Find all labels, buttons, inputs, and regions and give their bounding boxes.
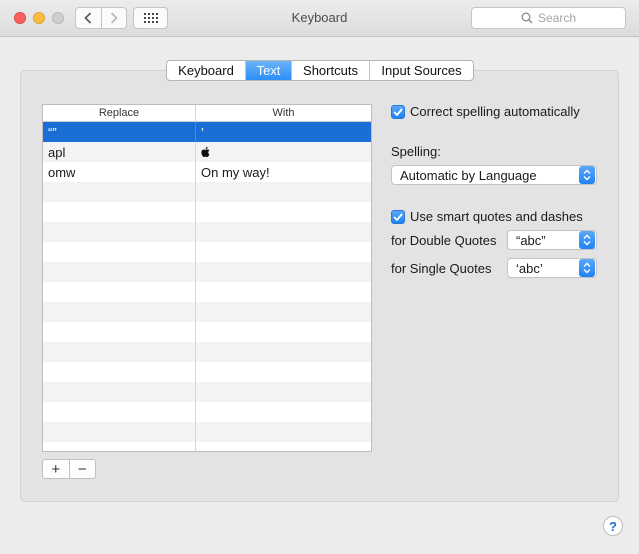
smart-quotes-checkbox[interactable]	[391, 209, 405, 224]
table-row	[43, 242, 371, 262]
table-body: “” ’ apl  omw On my way!	[43, 122, 371, 451]
table-row[interactable]: apl 	[43, 142, 371, 162]
double-quotes-value: “abc”	[516, 232, 546, 248]
table-row	[43, 302, 371, 322]
updown-arrows-icon	[579, 166, 595, 184]
column-header-with[interactable]: With	[196, 105, 371, 121]
double-quotes-popup[interactable]: “abc”	[507, 230, 597, 250]
table-row	[43, 222, 371, 242]
correct-spelling-checkbox[interactable]	[391, 104, 405, 119]
table-row	[43, 262, 371, 282]
tab-text[interactable]: Text	[245, 61, 291, 80]
with-cell[interactable]: ’	[196, 122, 371, 142]
table-header: Replace With	[43, 105, 371, 122]
table-row	[43, 422, 371, 442]
single-quotes-label: for Single Quotes	[391, 261, 492, 276]
table-row	[43, 282, 371, 302]
table-row[interactable]: omw On my way!	[43, 162, 371, 182]
updown-arrows-icon	[579, 231, 595, 249]
remove-replacement-button[interactable]: −	[68, 460, 96, 478]
table-row	[43, 182, 371, 202]
checkmark-icon	[393, 107, 403, 116]
search-field[interactable]: Search	[471, 7, 626, 29]
table-row	[43, 342, 371, 362]
tab-input-sources[interactable]: Input Sources	[369, 61, 473, 80]
double-quotes-label: for Double Quotes	[391, 233, 497, 248]
search-placeholder: Search	[537, 11, 577, 25]
text-replacement-table[interactable]: Replace With “” ’ apl  omw On my way!	[42, 104, 372, 452]
add-remove-control: + −	[42, 459, 96, 479]
smart-quotes-label: Use smart quotes and dashes	[410, 209, 583, 224]
table-row	[43, 362, 371, 382]
correct-spelling-option[interactable]: Correct spelling automatically	[391, 104, 580, 119]
spelling-language-value: Automatic by Language	[400, 167, 537, 183]
search-icon	[521, 12, 533, 24]
correct-spelling-label: Correct spelling automatically	[410, 104, 580, 119]
checkmark-icon	[393, 212, 403, 221]
single-quotes-popup[interactable]: ‘abc’	[507, 258, 597, 278]
table-row	[43, 442, 371, 451]
title-bar: Keyboard Search	[0, 0, 639, 37]
replace-cell[interactable]: apl	[43, 142, 196, 162]
spelling-label: Spelling:	[391, 144, 441, 159]
updown-arrows-icon	[579, 259, 595, 277]
tab-keyboard[interactable]: Keyboard	[167, 61, 245, 80]
with-cell[interactable]: On my way!	[196, 162, 371, 182]
table-row	[43, 382, 371, 402]
tab-bar: Keyboard Text Shortcuts Input Sources	[166, 60, 474, 81]
tab-shortcuts[interactable]: Shortcuts	[291, 61, 369, 80]
replace-cell[interactable]: omw	[43, 162, 196, 182]
with-cell[interactable]: 	[196, 142, 371, 162]
single-quotes-value: ‘abc’	[516, 260, 543, 276]
add-replacement-button[interactable]: +	[43, 460, 69, 478]
help-button[interactable]: ?	[603, 516, 623, 536]
column-header-replace[interactable]: Replace	[43, 105, 196, 121]
table-row	[43, 322, 371, 342]
spelling-language-popup[interactable]: Automatic by Language	[391, 165, 597, 185]
table-row	[43, 402, 371, 422]
apple-logo-icon	[201, 146, 210, 158]
smart-quotes-option[interactable]: Use smart quotes and dashes	[391, 209, 583, 224]
replace-cell[interactable]: “”	[43, 122, 196, 142]
table-row[interactable]: “” ’	[43, 122, 371, 142]
table-row	[43, 202, 371, 222]
